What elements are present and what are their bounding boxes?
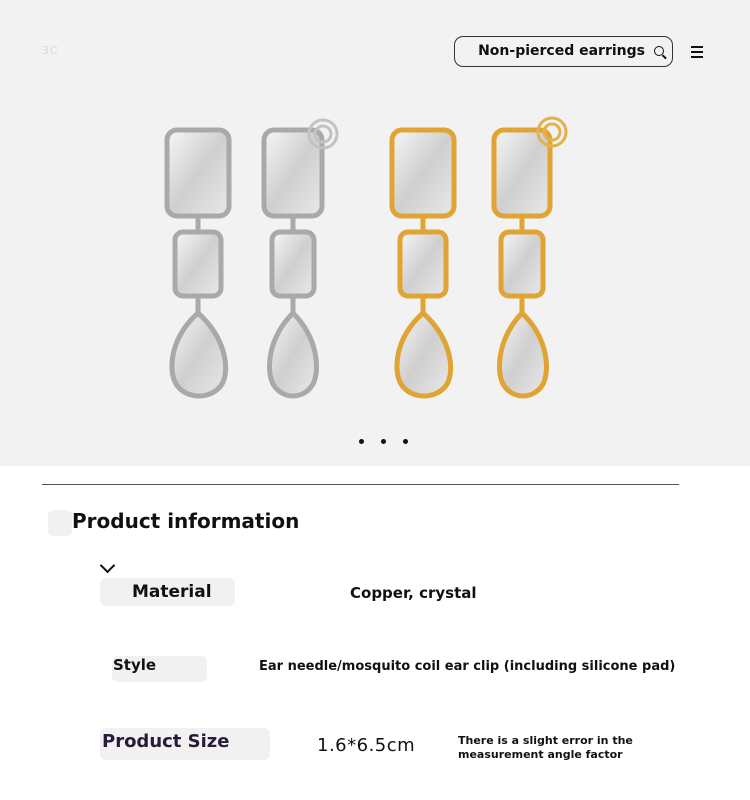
spec-label-material: Material [132, 582, 212, 602]
carousel-dot[interactable] [381, 439, 386, 444]
search-input-value: Non-pierced earrings [478, 43, 645, 59]
search-icon[interactable] [654, 46, 664, 56]
product-image[interactable] [140, 108, 590, 408]
gold-earring-left [389, 127, 457, 399]
gold-earring-right [491, 116, 568, 399]
spec-note-size: There is a slight error in the measureme… [458, 734, 633, 761]
decorative-blur [48, 510, 72, 536]
logo[interactable]: 3C [42, 44, 59, 57]
spec-value-material: Copper, crystal [350, 584, 477, 602]
divider [42, 484, 679, 485]
section-title: Product information [72, 509, 300, 533]
silver-earring-left [164, 127, 232, 399]
spec-label-style: Style [113, 656, 157, 674]
spec-value-style: Ear needle/mosquito coil ear clip (inclu… [259, 659, 676, 674]
silver-earring-right [261, 118, 339, 399]
menu-icon[interactable] [691, 46, 703, 58]
carousel-indicators [359, 439, 408, 444]
hero-banner: 3C Non-pierced earrings [0, 0, 750, 466]
carousel-dot[interactable] [403, 439, 408, 444]
search-input[interactable]: Non-pierced earrings [454, 36, 673, 67]
spec-label-size: Product Size [102, 731, 230, 752]
carousel-dot[interactable] [359, 439, 364, 444]
spec-value-size: 1.6*6.5cm [317, 735, 416, 756]
